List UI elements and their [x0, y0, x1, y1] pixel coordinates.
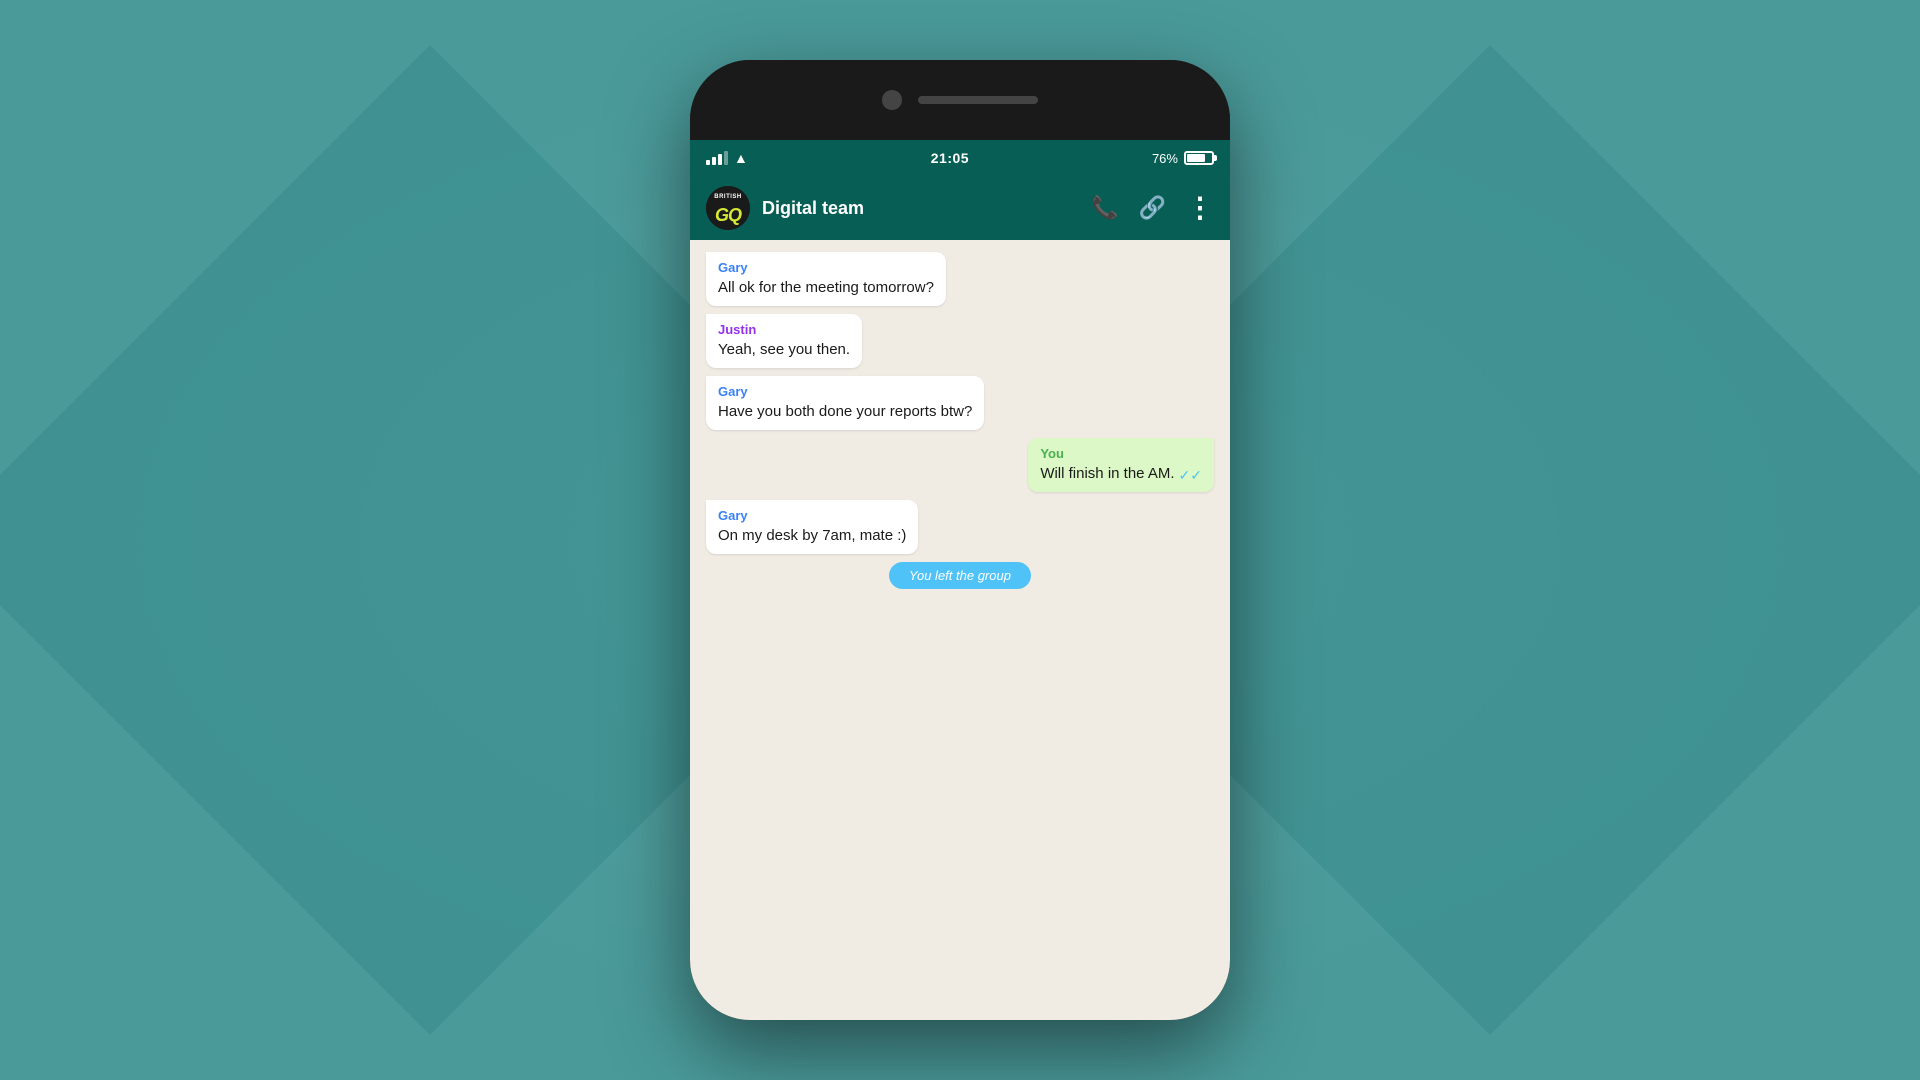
- phone-speaker: [918, 96, 1038, 104]
- message-text-5: On my desk by 7am, mate :): [718, 525, 906, 546]
- message-gary-2: Gary Have you both done your reports btw…: [706, 376, 984, 430]
- messages-area: Gary All ok for the meeting tomorrow? Ju…: [690, 240, 1230, 1020]
- header-icons: 📞 🔗 ⋮: [1091, 194, 1214, 222]
- phone-icon[interactable]: 📞: [1091, 195, 1118, 221]
- outgoing-content: Will finish in the AM. ✓✓: [1040, 463, 1202, 484]
- message-text-2: Yeah, see you then.: [718, 339, 850, 360]
- message-text-1: All ok for the meeting tomorrow?: [718, 277, 934, 298]
- phone-camera: [882, 90, 902, 110]
- sender-justin-1: Justin: [718, 322, 850, 337]
- signal-bar-1: [706, 160, 710, 165]
- sender-gary-2: Gary: [718, 384, 972, 399]
- sender-gary-1: Gary: [718, 260, 934, 275]
- double-tick-icon: ✓✓: [1179, 467, 1202, 484]
- status-bar: ▲ 21:05 76%: [690, 140, 1230, 176]
- battery-percent: 76%: [1152, 151, 1178, 166]
- system-message-left-group: You left the group: [889, 562, 1031, 589]
- battery-icon: [1184, 151, 1214, 165]
- message-gary-1: Gary All ok for the meeting tomorrow?: [706, 252, 946, 306]
- signal-bars: [706, 151, 728, 165]
- gq-brand-british: BRITISH: [714, 194, 742, 200]
- phone-top-bar: [690, 60, 1230, 140]
- message-text-3: Have you both done your reports btw?: [718, 401, 972, 422]
- chat-title-area: Digital team: [762, 198, 1079, 219]
- gq-brand-main: GQ: [715, 205, 741, 226]
- sender-you: You: [1040, 446, 1202, 461]
- status-time: 21:05: [931, 150, 969, 166]
- gq-logo: BRITISH GQ: [706, 186, 750, 230]
- wifi-icon: ▲: [734, 150, 748, 166]
- chat-header: BRITISH GQ Digital team 📞 🔗 ⋮: [690, 176, 1230, 240]
- more-icon[interactable]: ⋮: [1186, 194, 1214, 222]
- battery-fill: [1187, 154, 1205, 162]
- message-text-4: Will finish in the AM.: [1040, 463, 1174, 484]
- sender-gary-3: Gary: [718, 508, 906, 523]
- link-icon[interactable]: 🔗: [1139, 195, 1166, 221]
- phone-frame: ▲ 21:05 76% BRITISH GQ Digital team: [690, 60, 1230, 1020]
- message-gary-3: Gary On my desk by 7am, mate :): [706, 500, 918, 554]
- status-right: 76%: [1152, 151, 1214, 166]
- message-you-1: You Will finish in the AM. ✓✓: [1028, 438, 1214, 492]
- group-avatar: BRITISH GQ: [706, 186, 750, 230]
- signal-bar-3: [718, 154, 722, 165]
- signal-bar-4: [724, 151, 728, 165]
- message-justin-1: Justin Yeah, see you then.: [706, 314, 862, 368]
- status-left: ▲: [706, 150, 748, 166]
- chat-title: Digital team: [762, 198, 864, 218]
- signal-bar-2: [712, 157, 716, 165]
- phone-screen: ▲ 21:05 76% BRITISH GQ Digital team: [690, 140, 1230, 1020]
